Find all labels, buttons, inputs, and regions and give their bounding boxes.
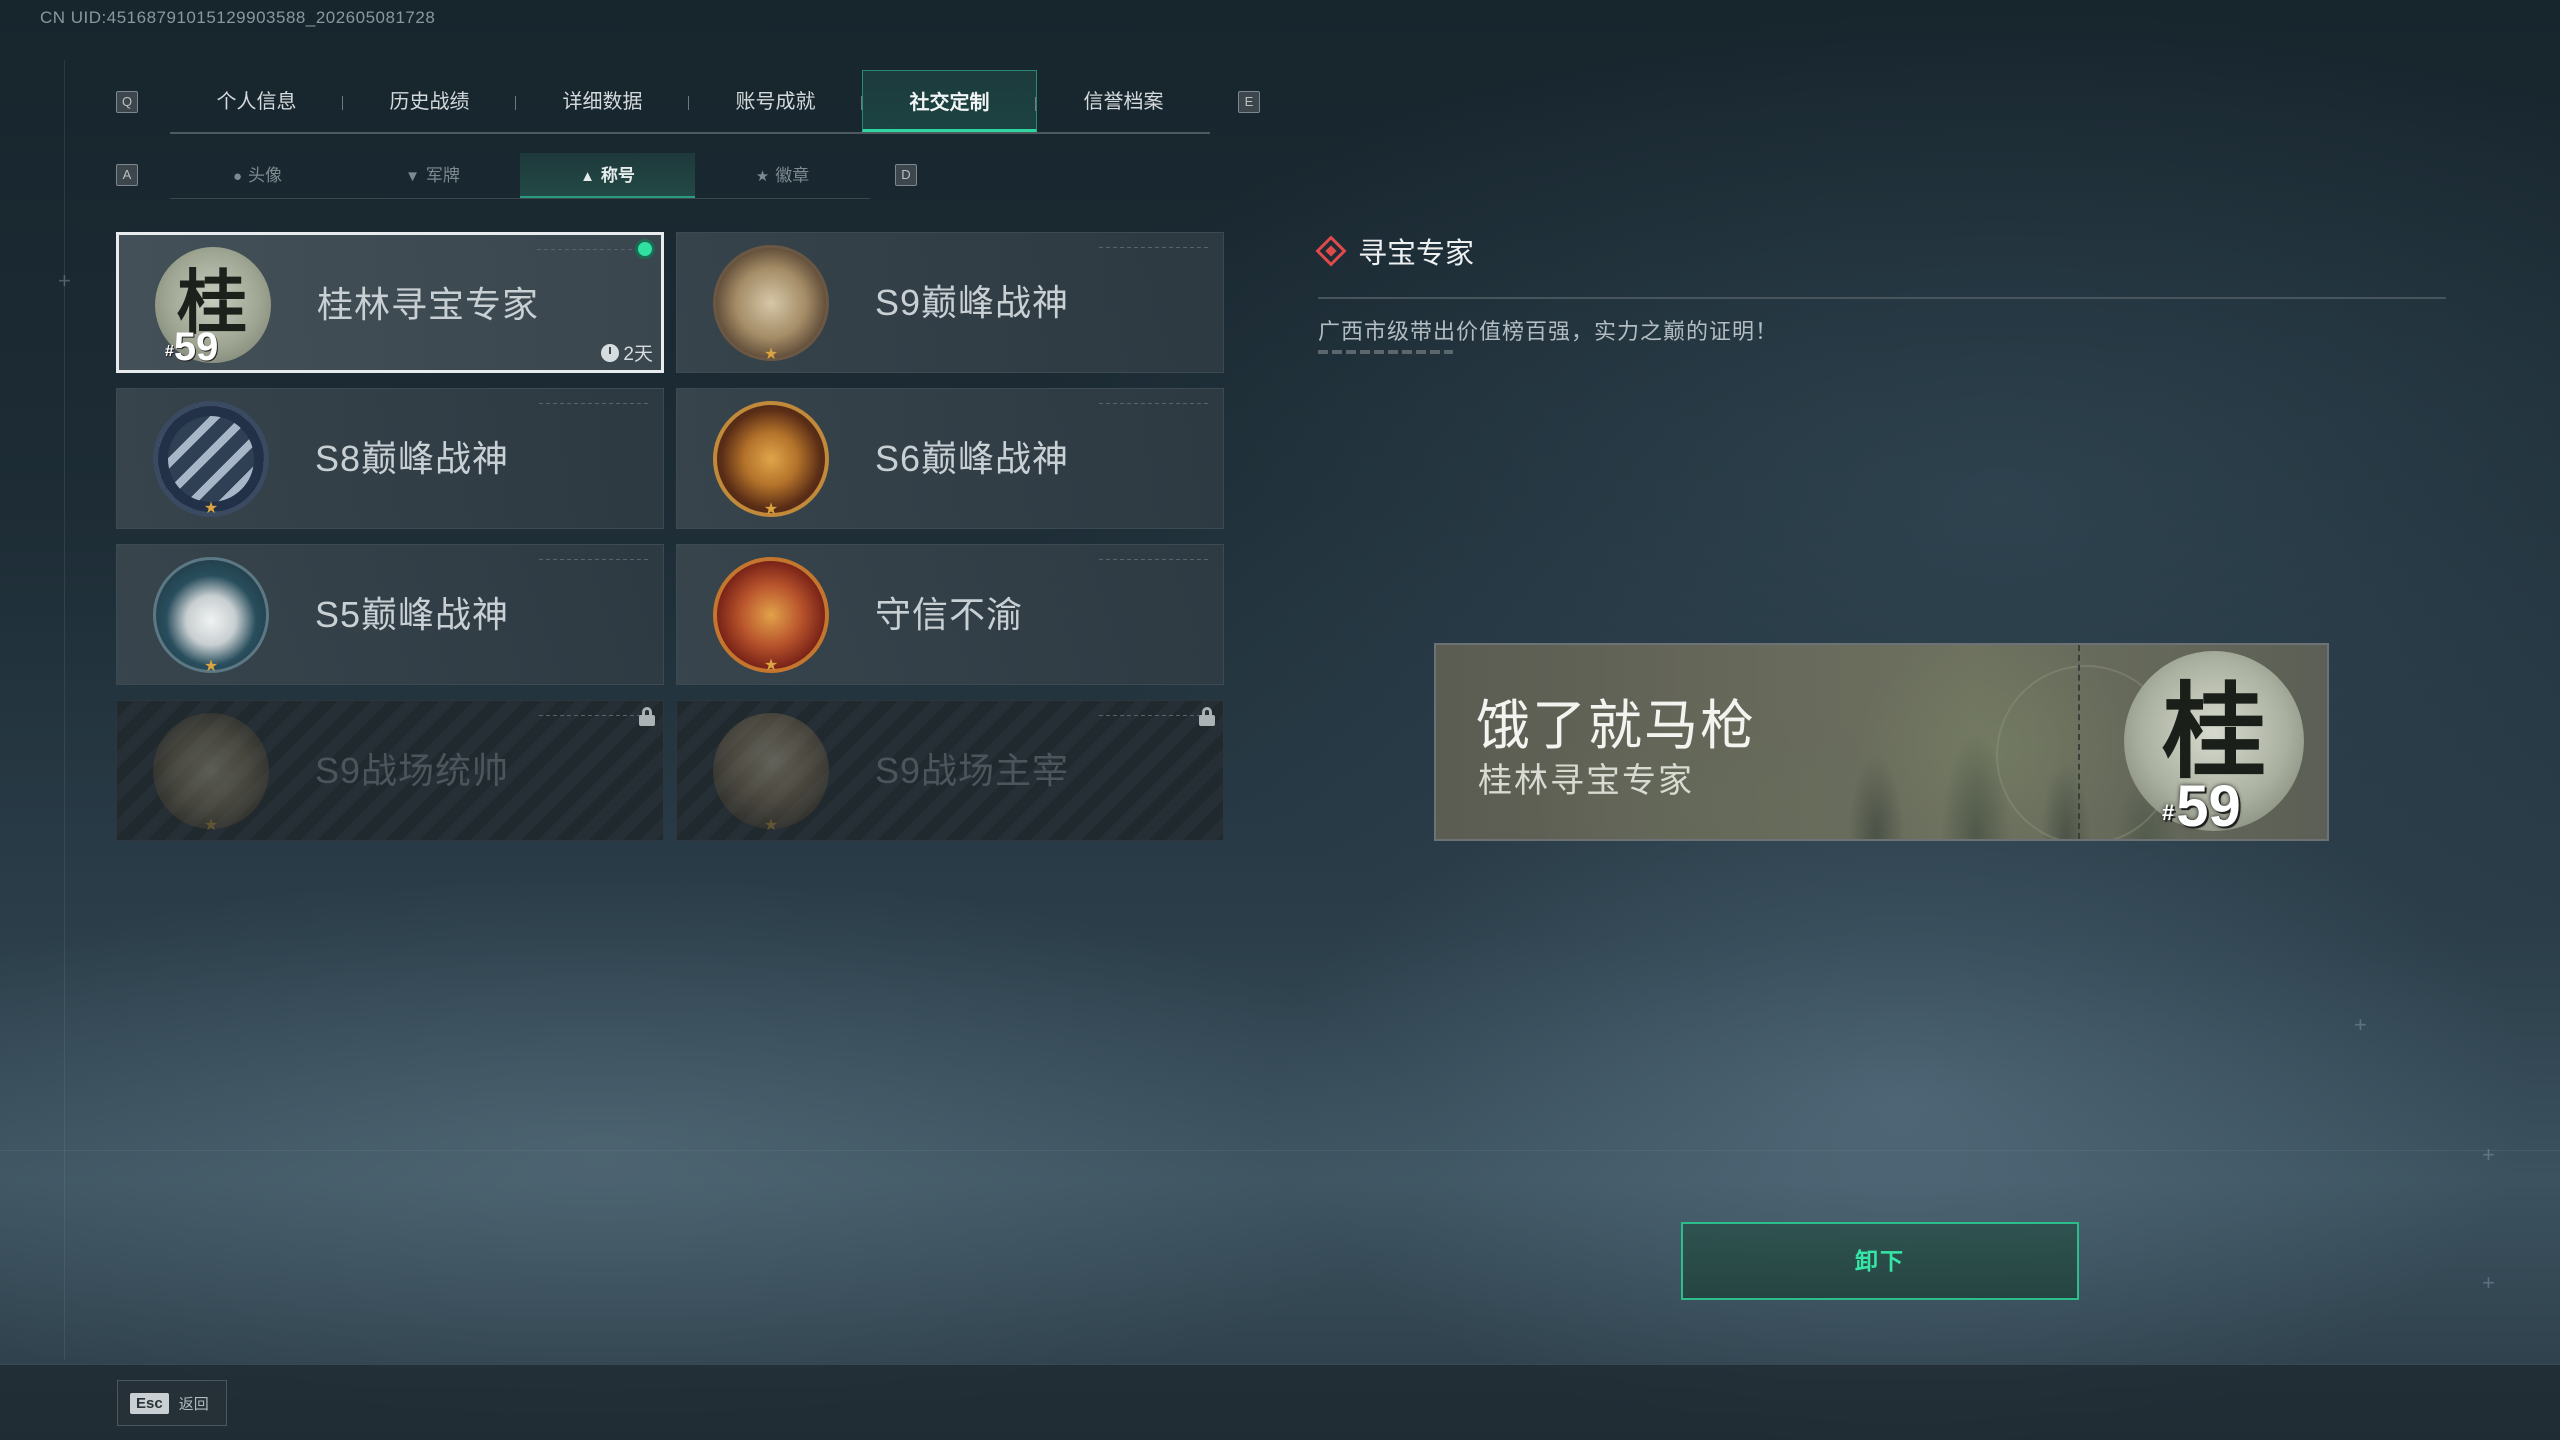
scales-emblem: ★: [713, 557, 829, 674]
perforation-line: [2078, 645, 2080, 839]
shield-t-emblem: ★: [713, 401, 829, 518]
badge-icon: ★: [755, 168, 770, 185]
footer-bar: [0, 1364, 2560, 1440]
crosshair-icon: +: [2354, 1012, 2367, 1037]
esc-key: Esc: [130, 1392, 169, 1414]
prev-subtab-key[interactable]: A: [116, 164, 138, 186]
prev-tab-key[interactable]: Q: [116, 91, 138, 113]
star-icon: ★: [763, 657, 779, 674]
tab-credit-record[interactable]: 信誉档案: [1037, 70, 1210, 132]
tab-history[interactable]: 历史战绩: [343, 70, 516, 132]
star-icon: ★: [203, 658, 219, 675]
title-card-s5-peak[interactable]: ★ S5巅峰战神: [116, 544, 664, 685]
title-grid: 桂 #59 桂林寻宝专家 2天 ★ S9巅峰战神 ★ S8巅峰战神 ★ S6巅峰…: [116, 232, 1224, 841]
time-remaining-text: 2天: [623, 344, 653, 365]
star-icon: ★: [763, 346, 779, 363]
emblem-rank: #59: [165, 325, 218, 370]
back-button[interactable]: Esc 返回: [117, 1380, 227, 1426]
title-card-s9-commander[interactable]: ★ S9战场统帅: [116, 700, 664, 841]
preview-rank-number: 59: [2176, 774, 2241, 839]
title-card-s6-peak[interactable]: ★ S6巅峰战神: [676, 388, 1224, 529]
preview-rank: #59: [2162, 773, 2241, 839]
deco-line: [64, 60, 65, 1360]
title-label: S8巅峰战神: [315, 438, 510, 479]
skull-emblem: ★: [153, 557, 269, 675]
title-card-s9-peak[interactable]: ★ S9巅峰战神: [676, 232, 1224, 373]
subtab-label: 头像: [248, 166, 283, 185]
subtab-label: 徽章: [775, 166, 810, 185]
detail-title: 寻宝专家: [1315, 230, 1475, 272]
dogtag-icon: ▼: [405, 168, 420, 185]
title-label: S6巅峰战神: [875, 438, 1070, 479]
crosshair-icon: +: [2482, 1270, 2495, 1295]
tab-detailed-data[interactable]: 详细数据: [516, 70, 689, 132]
clock-icon: [601, 344, 620, 362]
diamond-icon: [1315, 235, 1347, 267]
main-tabs: 个人信息 历史战绩 详细数据 账号成就 社交定制 信誉档案: [170, 70, 1210, 134]
unequip-button[interactable]: 卸下: [1681, 1222, 2079, 1300]
title-card-s8-peak[interactable]: ★ S8巅峰战神: [116, 388, 664, 529]
subtab-title[interactable]: ▲ 称号: [520, 153, 695, 198]
lock-icon: [1199, 707, 1215, 726]
subtab-label: 称号: [600, 166, 635, 185]
title-preview-plate: 饿了就马枪 桂林寻宝专家 桂 #59: [1434, 643, 2329, 841]
deco-line: [0, 1150, 2560, 1151]
warship-emblem: ★: [153, 713, 269, 834]
title-card-loyal[interactable]: ★ 守信不渝: [676, 544, 1224, 685]
subtab-label: 军牌: [425, 166, 460, 185]
equipped-indicator-icon: [635, 239, 655, 259]
title-card-guilin[interactable]: 桂 #59 桂林寻宝专家 2天: [116, 232, 664, 373]
title-label: 桂林寻宝专家: [317, 284, 540, 325]
slash-emblem: ★: [153, 401, 269, 517]
star-icon: ★: [203, 817, 219, 834]
title-label: S9巅峰战神: [875, 282, 1070, 323]
building-emblem: ★: [713, 245, 829, 363]
title-label: 守信不渝: [875, 594, 1024, 635]
subtab-avatar[interactable]: ● 头像: [170, 153, 345, 198]
time-remaining: 2天: [601, 339, 653, 366]
detail-title-text: 寻宝专家: [1358, 238, 1475, 270]
lock-icon: [639, 707, 655, 726]
player-uid: CN UID:451687910151299035​88_20260508172…: [40, 8, 436, 27]
deco-bar: [1318, 350, 1453, 354]
mushroom-cloud-emblem: ★: [713, 713, 829, 834]
tab-social-custom[interactable]: 社交定制: [862, 70, 1037, 132]
next-tab-key[interactable]: E: [1238, 91, 1260, 113]
title-card-s9-dominator[interactable]: ★ S9战场主宰: [676, 700, 1224, 841]
star-icon: ★: [763, 817, 779, 834]
title-label: S9战场主宰: [875, 750, 1070, 791]
star-icon: ★: [763, 501, 779, 518]
guilin-59-emblem: 桂 #59: [155, 247, 271, 369]
back-label: 返回: [178, 1395, 209, 1413]
subtab-badge[interactable]: ★ 徽章: [695, 153, 870, 198]
detail-description: 广西市级带出价值榜百强，实力之巅的证明！: [1318, 319, 1779, 344]
preview-title: 桂林寻宝专家: [1478, 762, 1694, 800]
crosshair-icon: +: [58, 268, 71, 293]
title-icon: ▲: [580, 168, 595, 185]
star-icon: ★: [203, 500, 219, 517]
crosshair-icon: +: [2482, 1142, 2495, 1167]
person-icon: ●: [232, 168, 243, 185]
preview-rank-prefix: #: [2162, 800, 2175, 825]
sub-tabs: ● 头像 ▼ 军牌 ▲ 称号 ★ 徽章: [170, 153, 870, 199]
emblem-rank-prefix: #: [165, 343, 174, 360]
title-label: S9战场统帅: [315, 750, 510, 791]
divider: [1318, 297, 2446, 299]
subtab-dogtag[interactable]: ▼ 军牌: [345, 153, 520, 198]
emblem-rank-number: 59: [173, 325, 219, 369]
next-subtab-key[interactable]: D: [895, 164, 917, 186]
preview-player-name: 饿了就马枪: [1476, 696, 1756, 756]
tab-achievements[interactable]: 账号成就: [689, 70, 862, 132]
title-label: S5巅峰战神: [315, 594, 510, 635]
tab-personal-info[interactable]: 个人信息: [170, 70, 343, 132]
